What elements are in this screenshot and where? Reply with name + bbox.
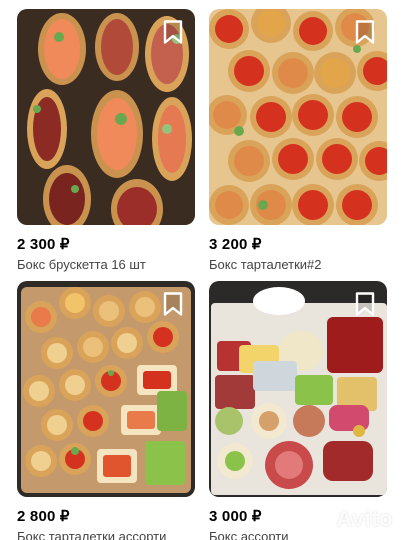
bookmark-icon[interactable] [161, 19, 185, 45]
avito-logo-icon [304, 510, 330, 528]
bookmark-icon[interactable] [353, 291, 377, 317]
avito-watermark: Avito [303, 506, 393, 532]
watermark-text: Avito [336, 506, 393, 531]
listing-card-2[interactable]: 3 200 ₽ Бокс тарталетки#2 [209, 9, 389, 273]
listing-title[interactable]: Бокс брускетта 16 шт [17, 257, 197, 273]
listing-price: 3 200 ₽ [209, 236, 262, 253]
listing-photo[interactable] [209, 281, 387, 497]
listing-photo[interactable] [17, 281, 195, 497]
listing-photo[interactable] [17, 9, 195, 225]
listing-card-3[interactable]: 2 800 ₽ Бокс тарталетки ассорти [17, 281, 197, 540]
listing-photo[interactable] [209, 9, 387, 225]
listing-card-1[interactable]: 2 300 ₽ Бокс брускетта 16 шт [17, 9, 197, 273]
listing-price: 2 800 ₽ [17, 508, 70, 525]
bookmark-icon[interactable] [161, 291, 185, 317]
bookmark-icon[interactable] [353, 19, 377, 45]
listing-card-4[interactable]: 3 000 ₽ Бокс ассорти [209, 281, 389, 540]
listing-title[interactable]: Бокс тарталетки#2 [209, 257, 389, 273]
listing-price: 2 300 ₽ [17, 236, 70, 253]
listing-title[interactable]: Бокс тарталетки ассорти [17, 529, 197, 540]
